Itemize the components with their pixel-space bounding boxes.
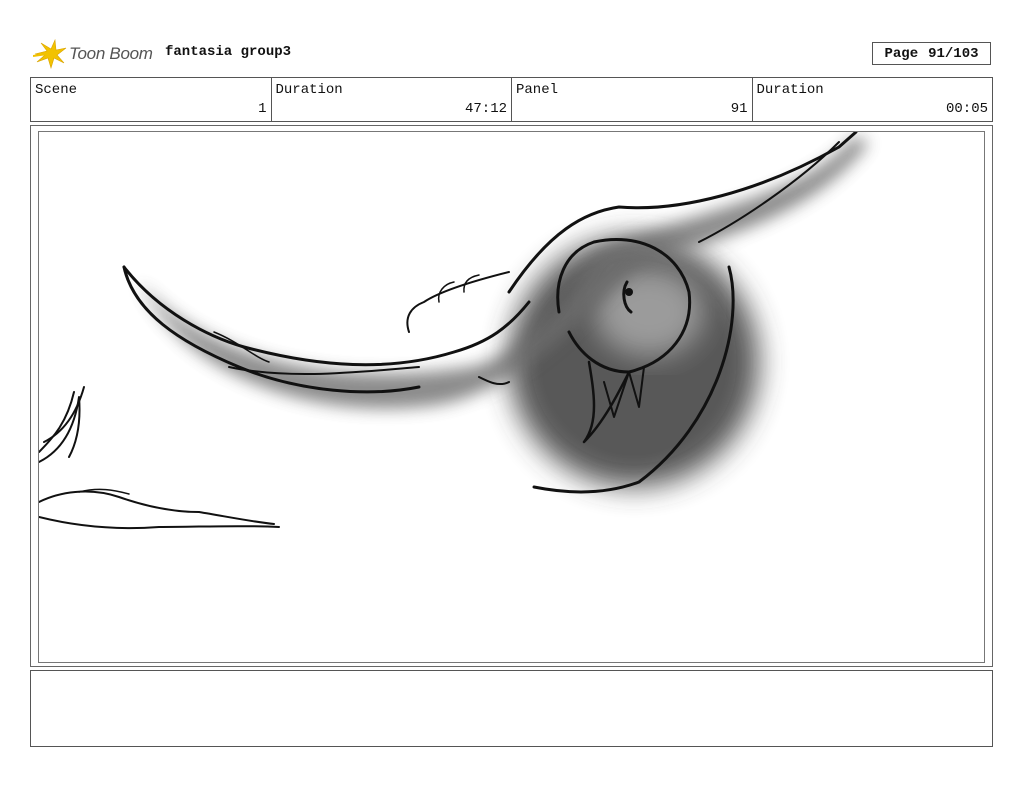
bird-sketch-drawing: [39, 132, 869, 530]
panel-image[interactable]: [38, 131, 985, 663]
scene-label: Scene: [35, 82, 78, 98]
page-number: 91/103: [928, 45, 979, 62]
project-title: fantasia group3: [165, 44, 292, 60]
panel-duration-value: 00:05: [945, 101, 988, 117]
info-row: Scene 1 Duration 47:12 Panel 91 Duration…: [30, 77, 993, 122]
scene-duration-cell: Duration 47:12: [272, 78, 512, 121]
panel-cell: Panel 91: [512, 78, 753, 121]
logo-text: Toon Boom: [69, 44, 153, 63]
toon-boom-logo: Toon Boom: [33, 38, 153, 70]
star-burst-icon: [33, 39, 67, 69]
panel-value: 91: [730, 101, 748, 117]
panel-duration-cell: Duration 00:05: [753, 78, 993, 121]
panel-notes-box[interactable]: [30, 670, 993, 747]
scene-cell: Scene 1: [31, 78, 272, 121]
scene-value: 1: [258, 101, 267, 117]
scene-duration-value: 47:12: [464, 101, 507, 117]
page-indicator: Page 91/103: [872, 42, 991, 65]
panel-duration-label: Duration: [756, 82, 824, 98]
panel-label: Panel: [516, 82, 559, 98]
page-label: Page: [884, 45, 919, 62]
scene-duration-label: Duration: [275, 82, 343, 98]
panel-frame: [30, 125, 993, 667]
